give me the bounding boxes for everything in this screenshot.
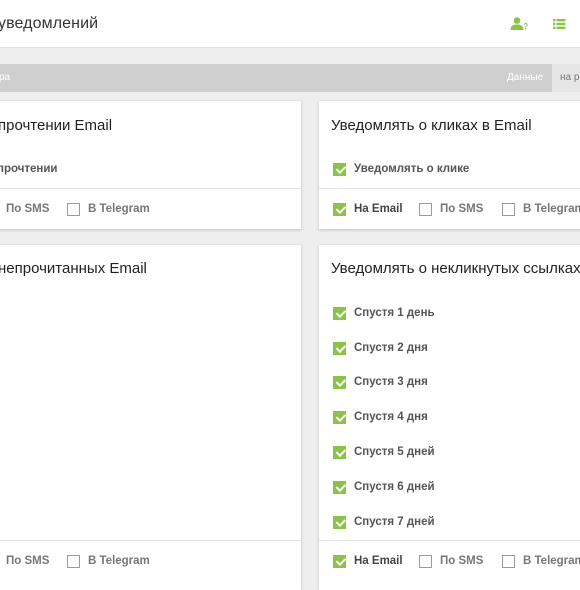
footer-email[interactable]: На Email bbox=[333, 553, 403, 569]
checkbox[interactable] bbox=[502, 202, 515, 216]
card-read-notify: прочтении Email прочтении По SMS В Teleg… bbox=[0, 101, 301, 229]
checkbox[interactable] bbox=[333, 410, 346, 424]
footer-telegram[interactable]: В Telegram bbox=[502, 201, 580, 217]
card-unread-notify: непрочитанных Email По SMS В Telegram bbox=[0, 245, 301, 590]
option-label: прочтении bbox=[0, 163, 58, 175]
option-click[interactable]: Уведомлять о клике bbox=[333, 161, 469, 177]
checkbox[interactable] bbox=[67, 202, 80, 216]
checkbox[interactable] bbox=[333, 375, 346, 389]
footer-telegram-label: В Telegram bbox=[523, 203, 580, 215]
checkbox[interactable] bbox=[333, 202, 346, 216]
footer-sms-label: По SMS bbox=[6, 555, 50, 567]
checkbox[interactable] bbox=[333, 162, 346, 176]
footer-sms-label: По SMS bbox=[6, 203, 50, 215]
divider bbox=[0, 188, 301, 189]
checkbox[interactable] bbox=[333, 306, 346, 320]
option-day-5[interactable]: Спустя 5 дней bbox=[333, 444, 435, 460]
option-day-2[interactable]: Спустя 2 дня bbox=[333, 340, 428, 356]
footer-telegram[interactable]: В Telegram bbox=[67, 201, 150, 217]
divider bbox=[319, 188, 580, 189]
option-day-6[interactable]: Спустя 6 дней bbox=[333, 479, 435, 495]
list-icon[interactable] bbox=[550, 14, 570, 34]
option-day-3[interactable]: Спустя 3 дня bbox=[333, 374, 428, 390]
page-title: уведомлений bbox=[0, 15, 99, 32]
option-label: Спустя 2 дня bbox=[354, 342, 428, 354]
footer-telegram-label: В Telegram bbox=[88, 555, 150, 567]
checkbox[interactable] bbox=[419, 202, 432, 216]
svg-text:?: ? bbox=[523, 22, 528, 31]
option-label: Спустя 4 дня bbox=[354, 411, 428, 423]
footer-sms[interactable]: По SMS bbox=[6, 553, 49, 569]
footer-sms-label: По SMS bbox=[440, 203, 484, 215]
footer-email[interactable]: На Email bbox=[333, 201, 403, 217]
checkbox[interactable] bbox=[333, 445, 346, 459]
checkbox[interactable] bbox=[333, 515, 346, 529]
card-title: Уведомлять о кликах в Email bbox=[331, 117, 532, 134]
option-day-7[interactable]: Спустя 7 дней bbox=[333, 514, 435, 530]
footer-telegram[interactable]: В Telegram bbox=[502, 553, 580, 569]
card-click-notify: Уведомлять о кликах в Email Уведомлять о… bbox=[319, 101, 580, 229]
checkbox[interactable] bbox=[419, 554, 432, 568]
user-help-icon[interactable]: ? bbox=[509, 14, 529, 34]
footer-telegram-label: В Telegram bbox=[523, 555, 580, 567]
card-title: Уведомлять о некликнутых ссылках bbox=[331, 260, 580, 277]
option-label: Спустя 1 день bbox=[354, 307, 435, 319]
card-unclicked-notify: Уведомлять о некликнутых ссылках Спустя … bbox=[319, 245, 580, 590]
option-day-1[interactable]: Спустя 1 день bbox=[333, 305, 435, 321]
footer-sms[interactable]: По SMS bbox=[419, 201, 483, 217]
footer-telegram[interactable]: В Telegram bbox=[67, 553, 150, 569]
footer-sms-label: По SMS bbox=[440, 555, 484, 567]
checkbox[interactable] bbox=[67, 554, 80, 568]
checkbox[interactable] bbox=[333, 480, 346, 494]
bar-tab-label: на р bbox=[560, 72, 580, 83]
section-bar: ра Данные на р bbox=[0, 64, 580, 92]
option-label: Спустя 3 дня bbox=[354, 376, 428, 388]
option-label: Уведомлять о клике bbox=[354, 163, 470, 175]
divider bbox=[0, 540, 301, 541]
card-title: непрочитанных Email bbox=[0, 260, 147, 277]
divider bbox=[319, 540, 580, 541]
footer-telegram-label: В Telegram bbox=[88, 203, 150, 215]
card-title: прочтении Email bbox=[0, 117, 113, 134]
top-header: уведомлений ? bbox=[0, 0, 580, 48]
checkbox[interactable] bbox=[333, 341, 346, 355]
option-label: Спустя 6 дней bbox=[354, 481, 435, 493]
option-label: Спустя 7 дней bbox=[354, 516, 435, 528]
footer-email-label: На Email bbox=[354, 203, 403, 215]
option-day-4[interactable]: Спустя 4 дня bbox=[333, 409, 428, 425]
bar-left-label: ра bbox=[0, 72, 11, 83]
bar-data-label: Данные bbox=[507, 72, 544, 83]
footer-sms[interactable]: По SMS bbox=[6, 201, 49, 217]
checkbox[interactable] bbox=[333, 554, 346, 568]
option-read[interactable]: прочтении bbox=[0, 161, 58, 177]
option-label: Спустя 5 дней bbox=[354, 446, 435, 458]
checkbox[interactable] bbox=[502, 554, 515, 568]
bar-tab[interactable]: на р bbox=[552, 64, 580, 92]
footer-sms[interactable]: По SMS bbox=[419, 553, 483, 569]
footer-email-label: На Email bbox=[354, 555, 403, 567]
